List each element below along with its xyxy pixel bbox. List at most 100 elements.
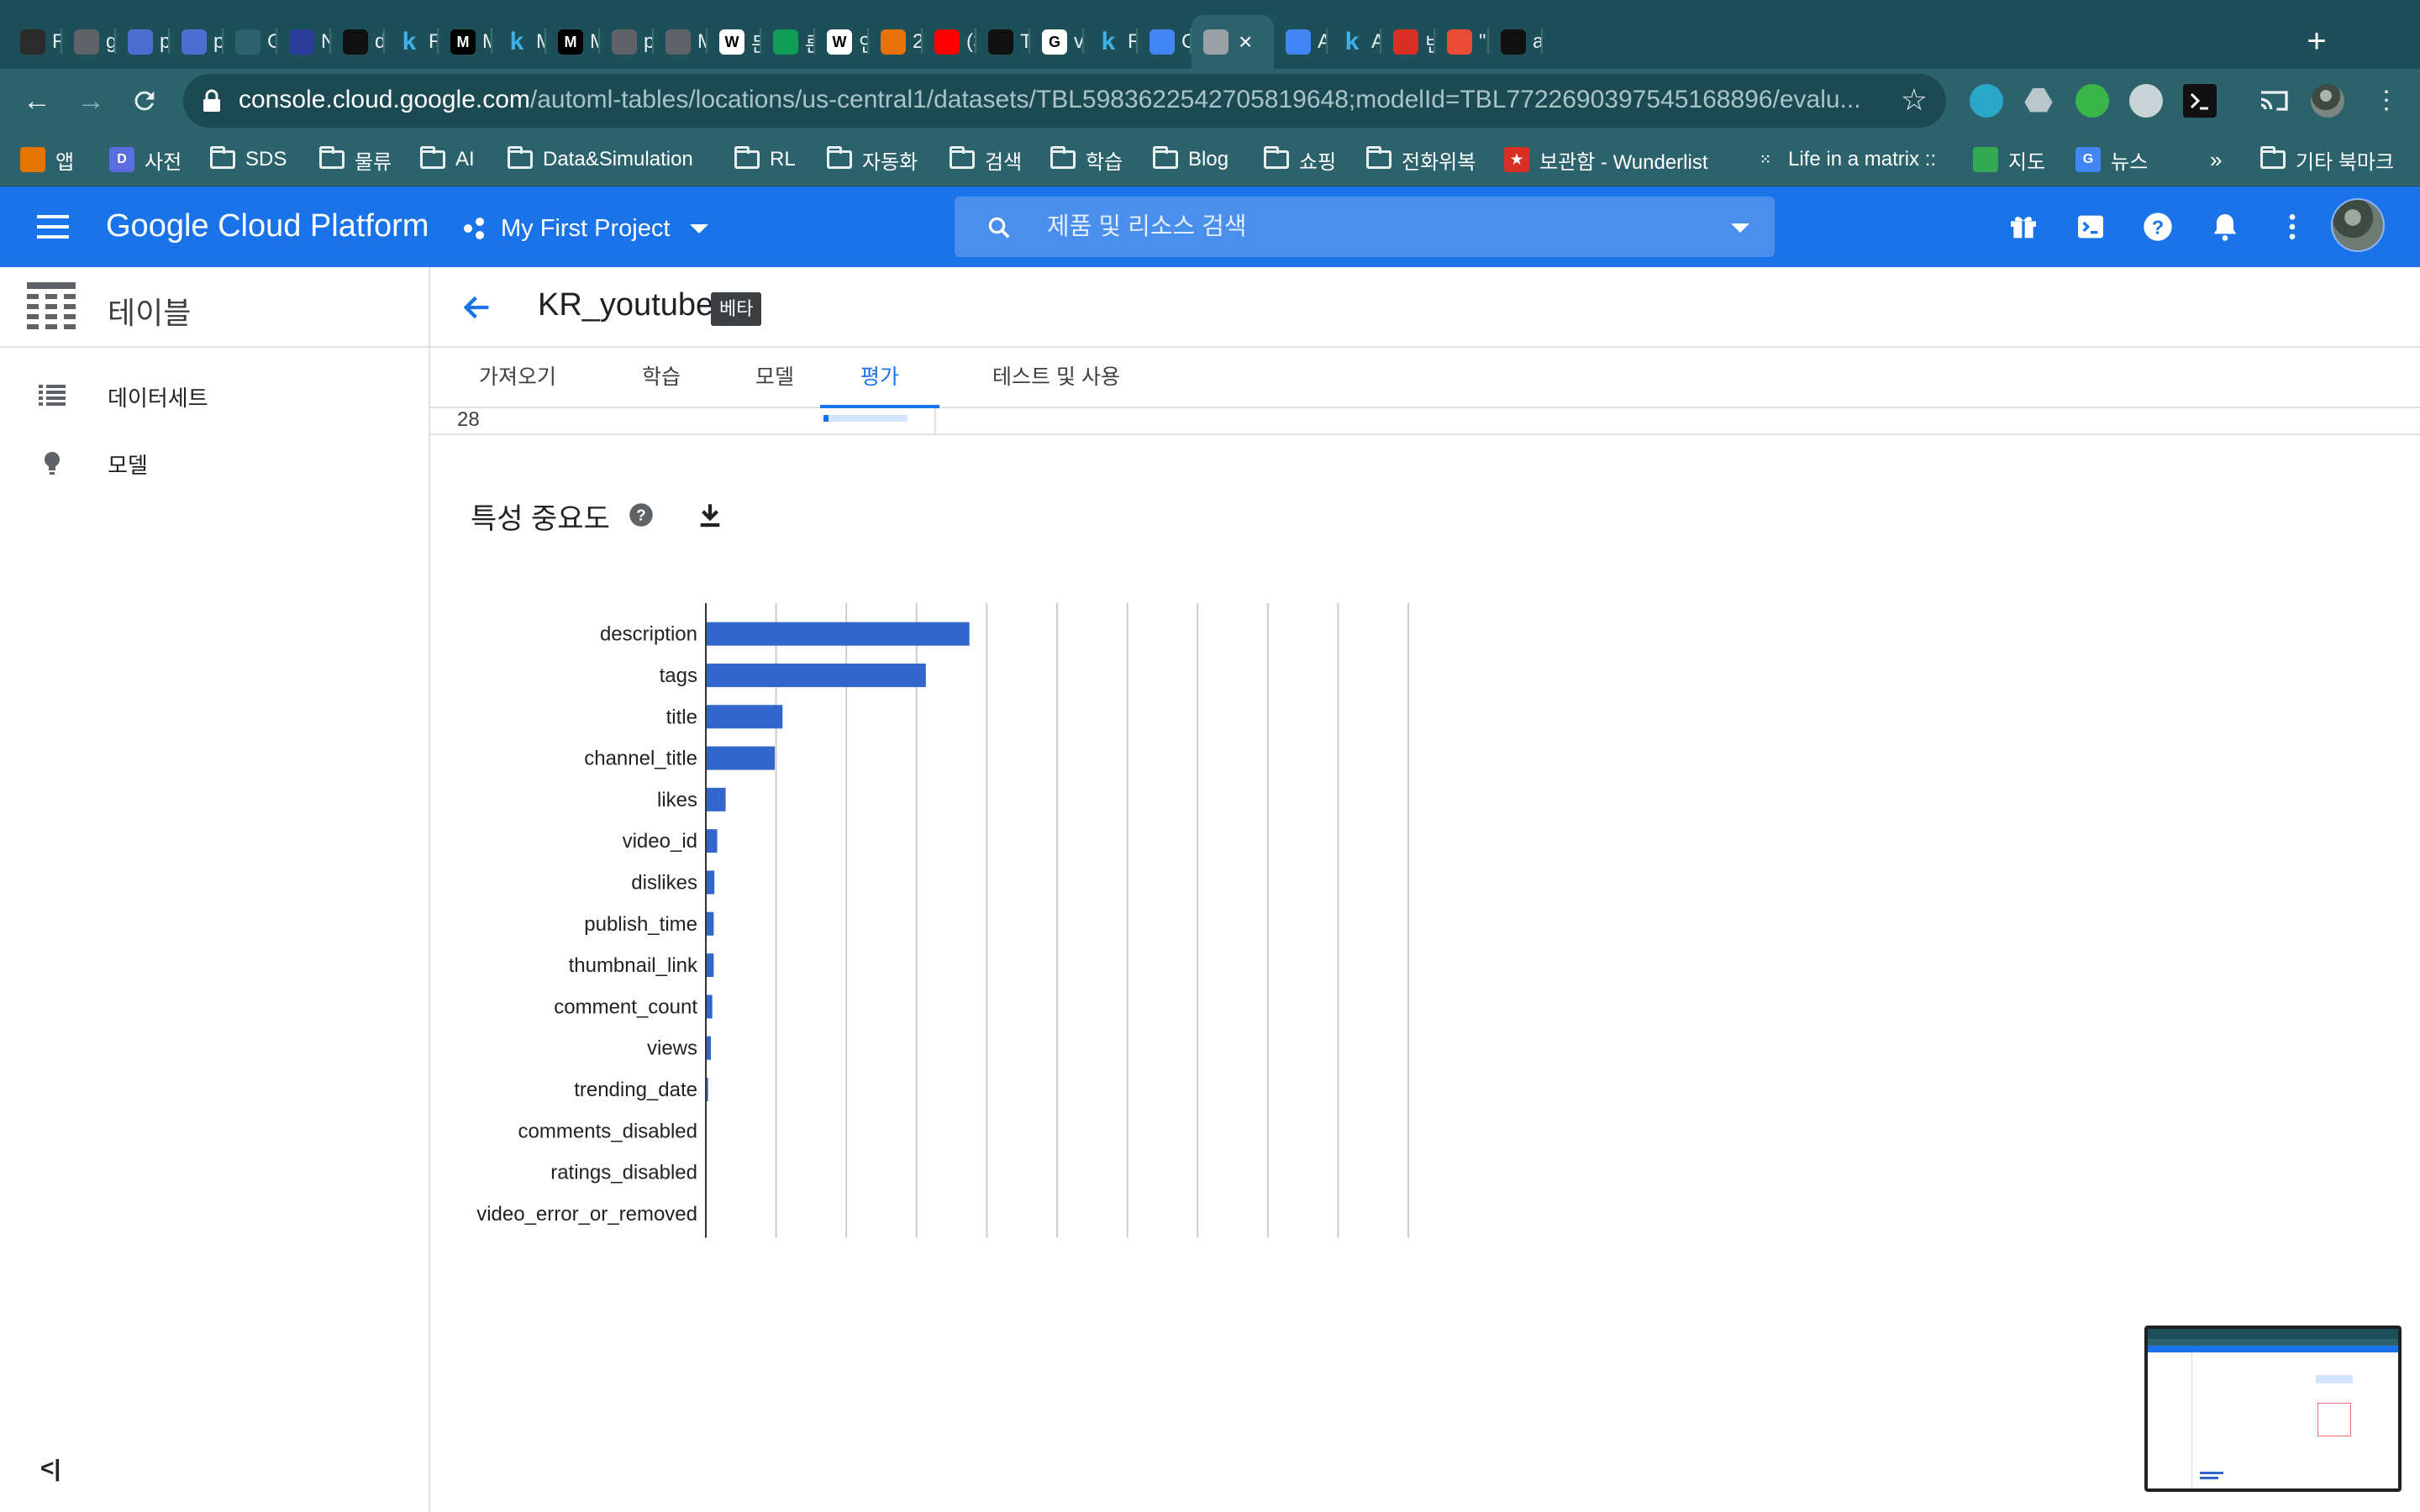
bar: [707, 995, 713, 1019]
other-bookmarks-button[interactable]: 기타 북마크: [2260, 144, 2394, 175]
browser-tab[interactable]: kA: [1328, 15, 1381, 69]
bookmark-item[interactable]: 자동화: [827, 144, 918, 175]
terminal-icon[interactable]: [2183, 84, 2217, 118]
help-icon[interactable]: ?: [2141, 210, 2175, 244]
drive-icon[interactable]: [2022, 84, 2055, 118]
chevron-down-icon: [690, 223, 709, 234]
search-dropdown-icon[interactable]: [1731, 223, 1749, 233]
browser-tab[interactable]: kM: [492, 15, 546, 69]
help-icon[interactable]: ?: [629, 502, 654, 528]
beta-badge: 베타: [711, 292, 762, 326]
browser-tab[interactable]: "I: [1435, 15, 1489, 69]
menu-icon[interactable]: [37, 215, 69, 239]
settings-extension-icon[interactable]: [2129, 84, 2163, 118]
bookmarks-overflow-button[interactable]: »: [2210, 144, 2222, 175]
browser-tab[interactable]: A: [1274, 15, 1328, 69]
project-selector[interactable]: My First Project: [464, 212, 709, 245]
browser-tab[interactable]: g: [62, 15, 116, 69]
browser-tab[interactable]: kR: [1084, 15, 1138, 69]
bookmark-item[interactable]: 전화위복: [1366, 144, 1476, 175]
tab-title: (3: [966, 30, 976, 53]
browser-tab[interactable]: kR: [385, 15, 439, 69]
reload-button[interactable]: [124, 81, 165, 121]
new-tab-button[interactable]: +: [2296, 20, 2338, 62]
forward-button[interactable]: →: [71, 81, 111, 121]
browser-tab[interactable]: p: [116, 15, 170, 69]
bookmark-item[interactable]: SDS: [210, 144, 287, 175]
browser-tab[interactable]: MM: [546, 15, 600, 69]
bookmark-item[interactable]: AI: [420, 144, 475, 175]
browser-tab[interactable]: T: [976, 15, 1030, 69]
tab-test-and-use[interactable]: 테스트 및 사용: [968, 348, 1144, 408]
bookmark-item[interactable]: G 뉴스: [2075, 144, 2148, 175]
sidebar-item-datasets[interactable]: 데이터세트: [0, 365, 429, 425]
back-button[interactable]: ←: [17, 81, 57, 121]
bookmark-star-icon[interactable]: ☆: [1901, 82, 1928, 118]
browser-tab[interactable]: a: [1489, 15, 1543, 69]
close-tab-icon[interactable]: ×: [1239, 29, 1252, 55]
bookmark-label: 뉴스: [2111, 150, 2149, 174]
bookmark-item[interactable]: 앱: [20, 144, 74, 175]
tab-title: M: [482, 30, 492, 53]
browser-tab[interactable]: G: [224, 15, 277, 69]
tab-import[interactable]: 가져오기: [442, 348, 593, 408]
evernote-icon[interactable]: [2075, 84, 2109, 118]
bookmark-item[interactable]: RL: [734, 144, 796, 175]
bookmark-item[interactable]: D 사전: [109, 144, 182, 175]
account-avatar[interactable]: [2331, 198, 2385, 252]
bookmark-item[interactable]: ★ 보관함 - Wunderlist: [1504, 144, 1708, 175]
triangle-logo-icon: [289, 29, 314, 55]
address-bar[interactable]: console.cloud.google.com/automl-tables/l…: [183, 74, 1946, 128]
notifications-icon[interactable]: [2208, 210, 2242, 244]
url-text[interactable]: console.cloud.google.com/automl-tables/l…: [239, 86, 1886, 114]
bookmark-item[interactable]: Data&Simulation: [508, 144, 693, 175]
product-name[interactable]: Google Cloud Platform: [106, 208, 429, 244]
more-vert-icon[interactable]: [2275, 210, 2309, 244]
collapse-sidebar-button[interactable]: <|: [40, 1455, 60, 1482]
browser-tab[interactable]: C: [1138, 15, 1192, 69]
bookmark-item[interactable]: 학습: [1050, 144, 1123, 175]
bookmark-item[interactable]: 물류: [319, 144, 392, 175]
bookmark-item[interactable]: Blog: [1153, 144, 1228, 175]
cast-icon[interactable]: [2257, 84, 2291, 118]
bookmark-label: 앱: [55, 150, 75, 174]
browser-tab[interactable]: p: [170, 15, 224, 69]
svg-text:?: ?: [636, 506, 645, 523]
bookmark-item[interactable]: 검색: [950, 144, 1022, 175]
browser-tab[interactable]: Gvi: [1030, 15, 1084, 69]
browser-tab[interactable]: 2: [869, 15, 923, 69]
tab-train[interactable]: 학습: [615, 348, 708, 408]
browser-tab[interactable]: MM: [439, 15, 492, 69]
chat-bubble-icon: [128, 29, 153, 55]
search-box[interactable]: [955, 197, 1775, 257]
download-icon[interactable]: [696, 501, 724, 529]
globe-icon: [612, 29, 637, 55]
bookmark-item[interactable]: ⁙ Life in a matrix ::: [1753, 144, 1936, 175]
cloud-shell-icon[interactable]: [2074, 210, 2107, 244]
bookmark-item[interactable]: 지도: [1973, 144, 2045, 175]
search-icon: [988, 217, 1010, 239]
extension-icon[interactable]: [1970, 84, 2003, 118]
browser-tab[interactable]: W든: [708, 15, 761, 69]
tab-active[interactable]: ×: [1192, 15, 1274, 69]
tab-evaluate[interactable]: 평가: [820, 348, 939, 408]
browser-tab[interactable]: N: [277, 15, 331, 69]
browser-tab[interactable]: M: [654, 15, 708, 69]
gift-icon[interactable]: [2007, 210, 2040, 244]
bookmark-item[interactable]: 쇼핑: [1264, 144, 1336, 175]
back-arrow-icon[interactable]: [460, 291, 494, 324]
wunderlist-icon: ★: [1504, 147, 1529, 172]
tab-models[interactable]: 모델: [733, 348, 817, 408]
profile-avatar[interactable]: [2311, 84, 2344, 118]
browser-menu-button[interactable]: ⋮: [2366, 81, 2407, 121]
browser-tab[interactable]: (3: [923, 15, 976, 69]
browser-tab[interactable]: 른: [761, 15, 815, 69]
browser-tab[interactable]: p: [600, 15, 654, 69]
search-input[interactable]: [1047, 208, 1719, 245]
browser-tab[interactable]: 빈: [1381, 15, 1435, 69]
browser-tab[interactable]: W인: [815, 15, 869, 69]
browser-tab[interactable]: d: [331, 15, 385, 69]
list-icon: [39, 385, 66, 406]
browser-tab[interactable]: R: [8, 15, 62, 69]
sidebar-item-models[interactable]: 모델: [0, 432, 429, 492]
